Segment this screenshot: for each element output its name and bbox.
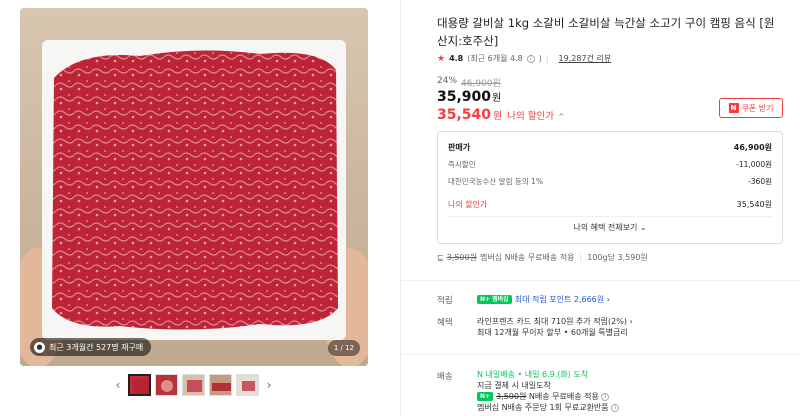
benefit-card: 라인프렌즈 카드 최대 710원 추가 적립(2%) <box>477 317 627 326</box>
sale-price-unit: 원 <box>492 93 502 104</box>
unit-price: 100g당 3,590원 <box>587 253 648 262</box>
breakdown-instant-label: 즉시할인 <box>448 160 476 169</box>
product-title: 대용량 갈비살 1kg 소갈비 소갈비살 늑간살 소고기 구이 캠핑 음식 [원… <box>437 16 775 48</box>
view-all-benefits-label: 나의 혜택 전체보기 <box>573 223 638 232</box>
discount-row: 24% 46,900원 <box>437 76 501 89</box>
divider <box>448 216 772 217</box>
review-count-link[interactable]: 19,287건 리뷰 <box>559 53 612 64</box>
benefit-installment: 최대 12개월 무이자 할부 • 60개월 특별금리 <box>477 328 628 337</box>
points-text: 최대 적립 포인트 2,666원 <box>514 295 605 304</box>
delivery-label: 배송 <box>437 372 453 382</box>
breakdown-agri-row: 대한민국농수산 알림 등의 1% -360원 <box>448 176 772 187</box>
delivery-truck-icon: ⊑ <box>437 253 444 262</box>
separator: | <box>545 54 549 63</box>
section-divider <box>400 280 800 281</box>
thumbnail[interactable] <box>128 374 151 396</box>
thumbnail[interactable] <box>155 374 178 396</box>
benefits-value[interactable]: 라인프렌즈 카드 최대 710원 추가 적립(2%) › 최대 12개월 무이자… <box>477 316 633 338</box>
original-price: 46,900원 <box>461 79 501 89</box>
breakdown-sale-value: 46,900원 <box>733 143 772 152</box>
naver-n-icon: N <box>728 103 739 113</box>
delivery-exchange: 멤버십 N배송 주문당 1회 무료교환반품 <box>477 403 609 412</box>
sale-price: 35,900원 <box>437 89 501 105</box>
chevron-up-icon: ^ <box>557 112 565 121</box>
image-counter: 1 / 12 <box>327 340 360 356</box>
product-gallery: ● 최근 3개월간 527명 재구매 1 / 12 ‹ › <box>0 0 400 416</box>
rating-score: 4.8 <box>449 54 464 63</box>
my-price-value: 35,540 <box>437 107 492 123</box>
membership-badge: N+ <box>477 392 494 401</box>
points-value[interactable]: N+ 멤버십 최대 적립 포인트 2,666원 › <box>477 294 610 305</box>
delivery-free-text: N배송 무료배송 적용 <box>528 392 599 401</box>
benefits-label: 혜택 <box>437 318 453 328</box>
price-breakdown-box: 판매가 46,900원 즉시할인 -11,000원 대한민국농수산 알림 등의 … <box>437 131 783 244</box>
thumbnail[interactable] <box>236 374 259 396</box>
section-divider <box>400 354 800 355</box>
chevron-right-icon[interactable]: › <box>263 374 275 396</box>
shop-icon: ● <box>34 341 45 353</box>
chevron-left-icon[interactable]: ‹ <box>112 374 124 396</box>
repurchase-text: 최근 3개월간 527명 재구매 <box>49 342 144 352</box>
breakdown-my-row: 나의 할인가 35,540원 <box>448 199 772 210</box>
membership-badge: N+ 멤버십 <box>477 295 512 304</box>
thumbnail[interactable] <box>209 374 232 396</box>
sale-price-value: 35,900 <box>437 89 492 105</box>
chevron-down-icon: ⌄ <box>639 223 647 232</box>
breakdown-instant-value: -11,000원 <box>736 160 772 169</box>
shipping-summary: ⊑ 3,500원 멤버십 N배송 무료배송 적용 | 100g당 3,590원 <box>437 252 648 263</box>
points-label: 적립 <box>437 296 453 306</box>
tomorrow-delivery-badge: N 내일배송 <box>477 370 515 379</box>
breakdown-my-value: 35,540원 <box>736 200 772 209</box>
rating-detail: (최근 6개월 4.8 <box>467 54 523 63</box>
breakdown-agri-value: -360원 <box>748 177 772 186</box>
rating-row: ★ 4.8 (최근 6개월 4.8 i) | 19,287건 리뷰 <box>437 53 612 64</box>
chevron-right-icon: › <box>629 317 633 326</box>
my-price-unit: 원 <box>493 111 503 122</box>
breakdown-instant-row: 즉시할인 -11,000원 <box>448 159 772 170</box>
shipping-free-text: 멤버십 N배송 무료배송 적용 <box>479 253 575 262</box>
repurchase-badge: ● 최근 3개월간 527명 재구매 <box>30 338 152 356</box>
delivery-pay-now: 지금 결제 시 내일도착 <box>477 381 551 390</box>
info-icon[interactable]: i <box>611 403 620 412</box>
delivery-original-fee: 3,500원 <box>496 392 527 401</box>
shipping-original-fee: 3,500원 <box>446 253 477 262</box>
breakdown-sale-label: 판매가 <box>448 143 471 152</box>
breakdown-my-label: 나의 할인가 <box>448 200 488 209</box>
thumbnail-strip: ‹ › <box>112 374 275 396</box>
arrival-date: 내일 6.9.(화) 도착 <box>524 370 589 379</box>
main-product-image[interactable]: ● 최근 3개월간 527명 재구매 1 / 12 <box>20 8 368 366</box>
info-icon[interactable]: i <box>601 392 610 401</box>
discount-percent: 24% <box>437 76 458 86</box>
view-all-benefits-link[interactable]: 나의 혜택 전체보기 ⌄ <box>438 222 782 233</box>
my-discount-price[interactable]: 35,540 원 나의 할인가 ^ <box>437 107 565 123</box>
star-icon: ★ <box>437 53 446 64</box>
coupon-button[interactable]: N 쿠폰 받기 <box>719 98 783 118</box>
thumbnail[interactable] <box>182 374 205 396</box>
separator: | <box>579 253 583 262</box>
breakdown-sale-row: 판매가 46,900원 <box>448 142 772 153</box>
breakdown-agri-label: 대한민국농수산 알림 등의 1% <box>448 177 543 186</box>
chevron-right-icon: › <box>606 295 610 304</box>
coupon-button-label: 쿠폰 받기 <box>741 103 774 113</box>
my-price-label: 나의 할인가 <box>507 111 554 122</box>
delivery-value: N 내일배송 • 내일 6.9.(화) 도착 지금 결제 시 내일도착 N+ 3,… <box>477 369 620 413</box>
info-icon[interactable]: i <box>526 54 535 63</box>
